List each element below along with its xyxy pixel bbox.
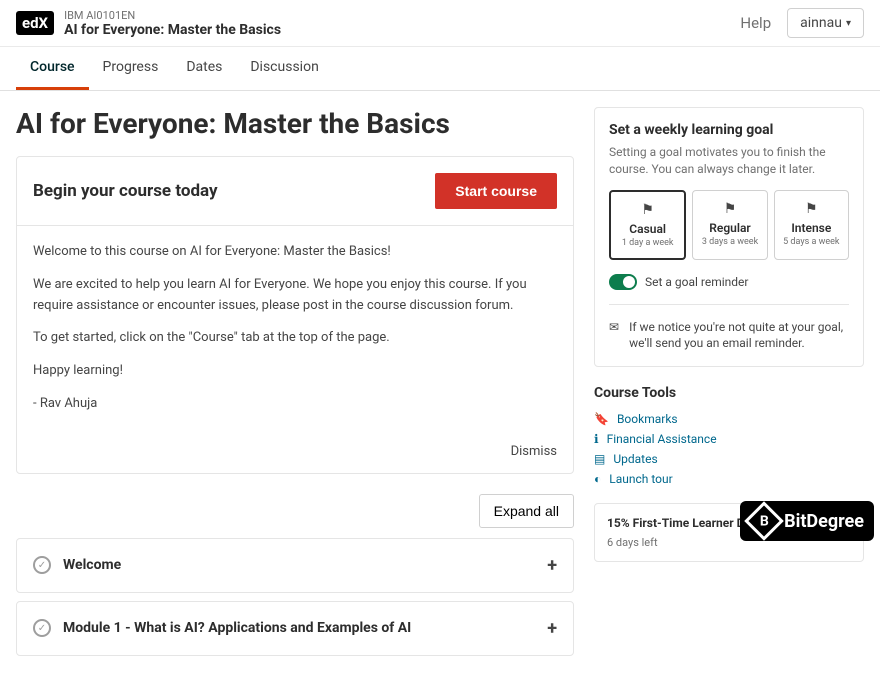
- goal-option-name: Casual: [615, 222, 680, 236]
- sidebar: Set a weekly learning goal Setting a goa…: [594, 107, 864, 664]
- course-title-header: AI for Everyone: Master the Basics: [64, 22, 740, 38]
- plus-icon: +: [547, 555, 557, 576]
- goal-option-regular[interactable]: ⚑ Regular 3 days a week: [692, 190, 767, 260]
- course-tools-title: Course Tools: [594, 385, 864, 401]
- goal-option-name: Regular: [697, 221, 762, 235]
- expand-all-button[interactable]: Expand all: [479, 494, 574, 528]
- start-course-button[interactable]: Start course: [435, 173, 557, 209]
- course-meta: IBM AI0101EN AI for Everyone: Master the…: [64, 9, 740, 38]
- welcome-p4: Happy learning!: [33, 361, 557, 382]
- notice-text: If we notice you're not quite at your go…: [629, 319, 849, 353]
- goal-option-intense[interactable]: ⚑ Intense 5 days a week: [774, 190, 849, 260]
- reminder-label: Set a goal reminder: [645, 275, 748, 289]
- dismiss-row: Dismiss: [17, 443, 573, 473]
- check-circle-icon: ✓: [33, 619, 51, 637]
- bookmark-icon: 🔖: [594, 412, 609, 426]
- main-column: AI for Everyone: Master the Basics Begin…: [16, 107, 574, 664]
- tool-launch-tour[interactable]: ◐ Launch tour: [594, 469, 864, 489]
- section-welcome[interactable]: ✓ Welcome +: [16, 538, 574, 593]
- goal-title: Set a weekly learning goal: [609, 122, 849, 138]
- goal-options: ⚑ Casual 1 day a week ⚑ Regular 3 days a…: [609, 190, 849, 260]
- reminder-row: Set a goal reminder: [609, 274, 849, 305]
- section-title: Welcome: [63, 557, 535, 573]
- section-title: Module 1 - What is AI? Applications and …: [63, 620, 535, 636]
- edx-logo[interactable]: edX: [16, 11, 54, 35]
- tool-bookmarks[interactable]: 🔖 Bookmarks: [594, 409, 864, 429]
- page-title: AI for Everyone: Master the Basics: [16, 107, 574, 140]
- goal-desc: Setting a goal motivates you to finish t…: [609, 144, 849, 178]
- plus-icon: +: [547, 618, 557, 639]
- goal-option-casual[interactable]: ⚑ Casual 1 day a week: [609, 190, 686, 260]
- bitdegree-icon: B: [744, 501, 784, 541]
- goal-option-days: 5 days a week: [779, 237, 844, 247]
- tool-label: Updates: [613, 452, 657, 466]
- tab-discussion[interactable]: Discussion: [236, 47, 332, 90]
- tool-label: Financial Assistance: [607, 432, 717, 446]
- flag-icon: ⚑: [697, 201, 762, 217]
- flag-icon: ⚑: [779, 201, 844, 217]
- newspaper-icon: ▤: [594, 452, 605, 466]
- welcome-p2: We are excited to help you learn AI for …: [33, 275, 557, 317]
- goal-card: Set a weekly learning goal Setting a goa…: [594, 107, 864, 367]
- goal-option-name: Intense: [779, 221, 844, 235]
- content: AI for Everyone: Master the Basics Begin…: [0, 91, 880, 680]
- tab-course[interactable]: Course: [16, 47, 89, 90]
- welcome-card: Begin your course today Start course Wel…: [16, 156, 574, 474]
- course-tabs: Course Progress Dates Discussion: [0, 47, 880, 91]
- expand-row: Expand all: [16, 494, 574, 528]
- reminder-toggle[interactable]: [609, 274, 637, 290]
- tool-updates[interactable]: ▤ Updates: [594, 449, 864, 469]
- tour-icon: ◐: [594, 472, 601, 486]
- begin-title: Begin your course today: [33, 181, 218, 201]
- welcome-p3: To get started, click on the "Course" ta…: [33, 328, 557, 349]
- tool-label: Bookmarks: [617, 412, 678, 426]
- goal-option-days: 3 days a week: [697, 237, 762, 247]
- begin-row: Begin your course today Start course: [17, 157, 573, 226]
- watermark-text: BitDegree: [784, 511, 864, 532]
- help-link[interactable]: Help: [740, 14, 771, 32]
- check-circle-icon: ✓: [33, 556, 51, 574]
- chevron-down-icon: ▾: [846, 18, 851, 29]
- tab-dates[interactable]: Dates: [172, 47, 236, 90]
- welcome-signature: - Rav Ahuja: [33, 394, 557, 415]
- tool-label: Launch tour: [609, 472, 672, 486]
- tab-progress[interactable]: Progress: [89, 47, 173, 90]
- header: edX IBM AI0101EN AI for Everyone: Master…: [0, 0, 880, 47]
- section-module-1[interactable]: ✓ Module 1 - What is AI? Applications an…: [16, 601, 574, 656]
- goal-option-days: 1 day a week: [615, 238, 680, 248]
- org-course-id: IBM AI0101EN: [64, 9, 740, 22]
- bitdegree-watermark: B BitDegree: [740, 501, 874, 541]
- welcome-p1: Welcome to this course on AI for Everyon…: [33, 242, 557, 263]
- flag-icon: ⚑: [615, 202, 680, 218]
- username: ainnau: [800, 15, 842, 31]
- tool-financial-assistance[interactable]: ℹ Financial Assistance: [594, 429, 864, 449]
- notice-row: ✉ If we notice you're not quite at your …: [609, 319, 849, 353]
- welcome-body: Welcome to this course on AI for Everyon…: [17, 226, 573, 443]
- dismiss-button[interactable]: Dismiss: [511, 444, 557, 459]
- email-icon: ✉: [609, 319, 619, 353]
- user-menu[interactable]: ainnau ▾: [787, 8, 864, 38]
- info-icon: ℹ: [594, 432, 599, 446]
